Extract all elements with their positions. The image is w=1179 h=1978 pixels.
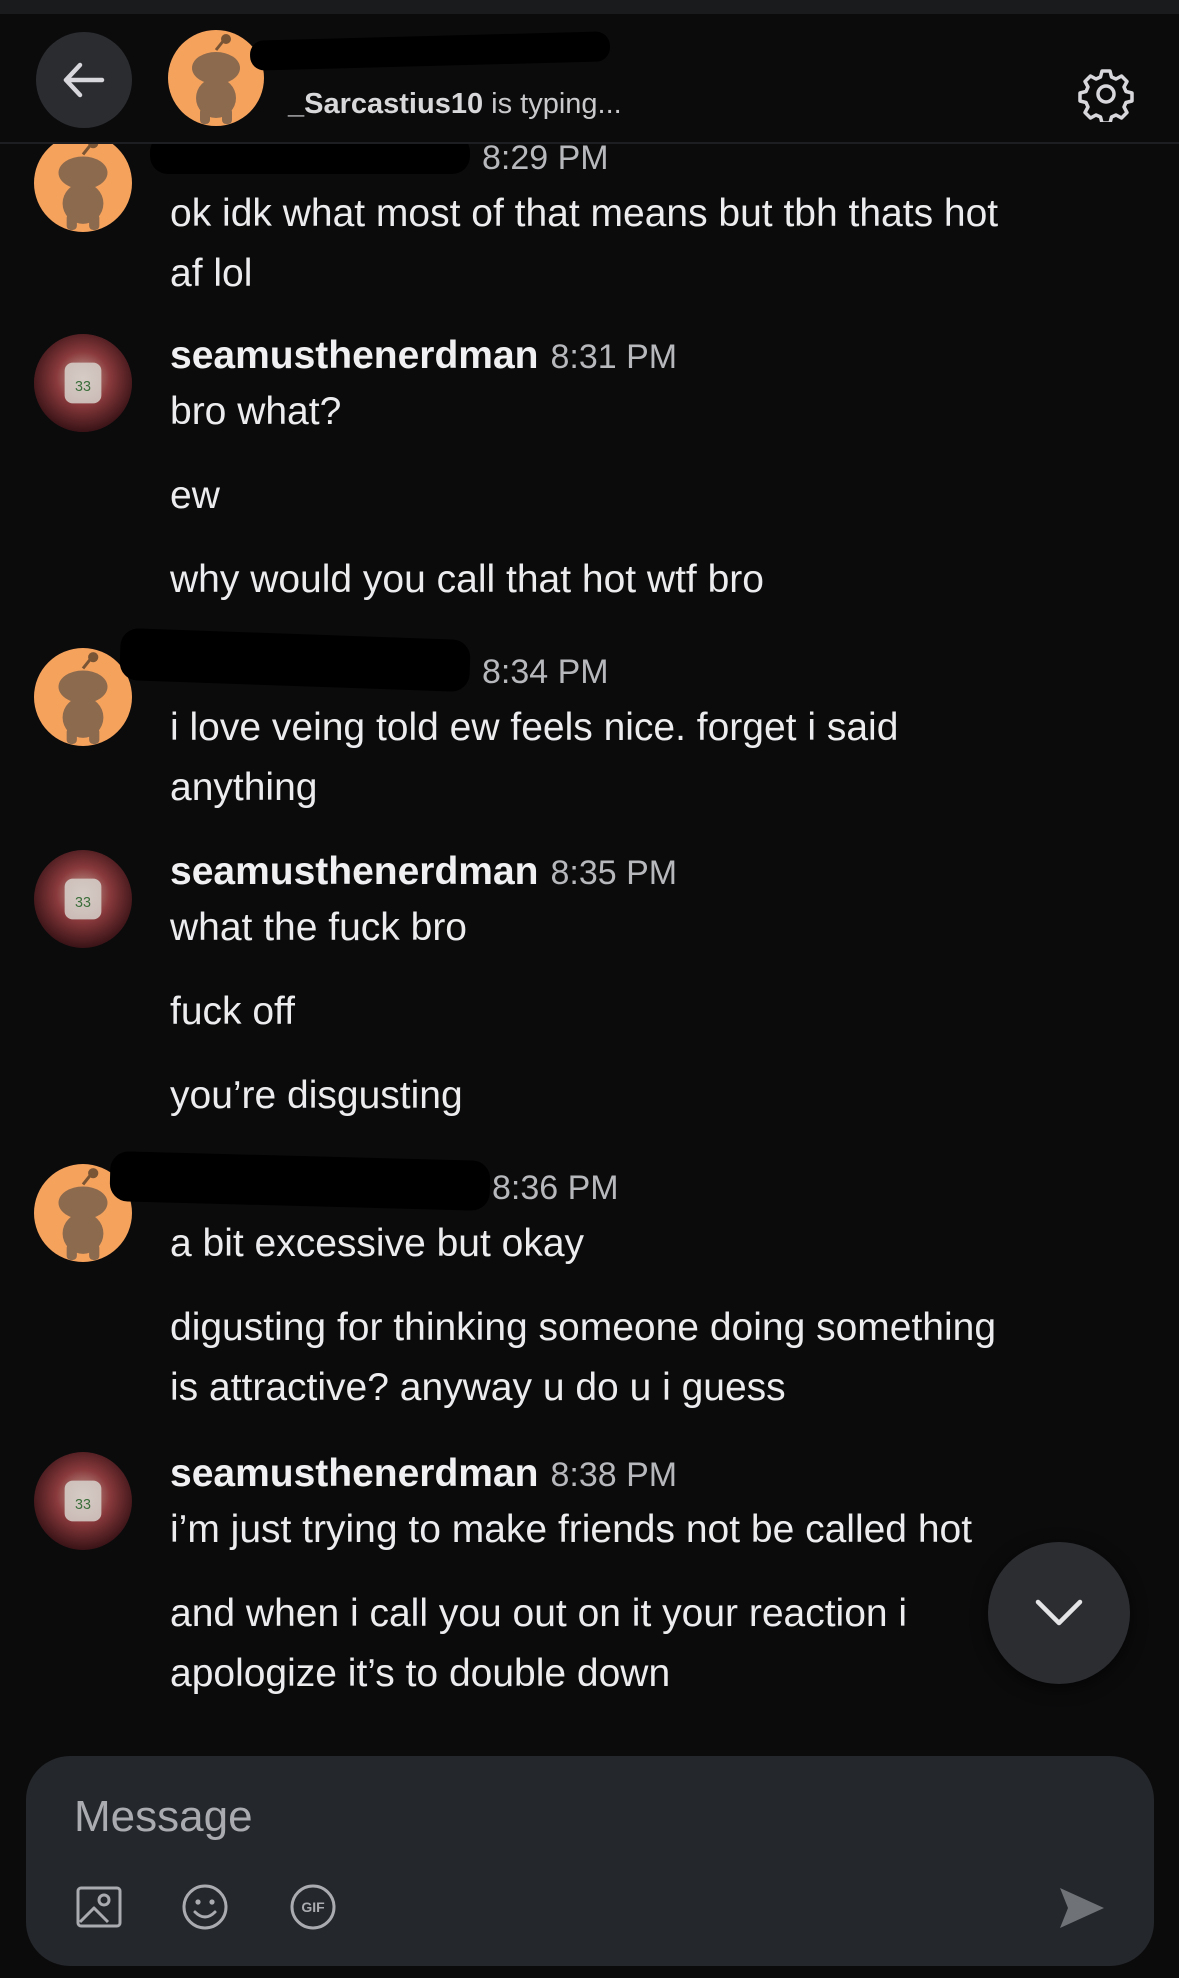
chat-header: _Sarcastius10 is typing... xyxy=(0,14,1179,144)
message-text: fuck off xyxy=(170,990,296,1033)
message-time: 8:38 PM xyxy=(550,1456,678,1494)
emoji-button[interactable] xyxy=(180,1882,230,1932)
message-input[interactable] xyxy=(72,1786,976,1848)
svg-text:33: 33 xyxy=(75,1497,91,1513)
message-feed[interactable]: 8:29 PM ok idk what most of that means b… xyxy=(0,144,1179,1744)
message-text: why would you call that hot wtf bro xyxy=(170,558,764,601)
message-text: ew xyxy=(170,474,220,517)
gif-label: GIF xyxy=(301,1899,325,1915)
message-text: you’re disgusting xyxy=(170,1074,463,1117)
send-icon xyxy=(1060,1888,1104,1928)
message-meta: seamusthenerdman 8:35 PM xyxy=(170,850,677,894)
message-text: is attractive? anyway u do u i guess xyxy=(170,1366,786,1409)
message-author: seamusthenerdman xyxy=(170,1452,539,1495)
avatar[interactable] xyxy=(34,144,132,232)
message-text: apologize it’s to double down xyxy=(170,1652,671,1695)
message-meta: 8:29 PM xyxy=(470,144,609,178)
avatar[interactable]: 33 xyxy=(34,1452,132,1550)
message-text: what the fuck bro xyxy=(170,906,467,949)
message-text: i love veing told ew feels nice. forget … xyxy=(170,706,899,749)
message-text: i’m just trying to make friends not be c… xyxy=(170,1508,973,1551)
status-bar xyxy=(0,0,1179,14)
message-meta: seamusthenerdman 8:38 PM xyxy=(170,1452,677,1496)
scroll-to-bottom-button[interactable] xyxy=(988,1542,1130,1684)
redacted-username xyxy=(109,1151,491,1211)
message-time: 8:34 PM xyxy=(482,653,609,691)
redacted-username xyxy=(119,627,471,693)
avatar[interactable]: 33 xyxy=(34,334,132,432)
typing-text: is typing... xyxy=(491,88,622,120)
message-text: bro what? xyxy=(170,390,342,433)
avatar[interactable] xyxy=(34,648,132,746)
message-text: af lol xyxy=(170,252,253,295)
message-composer: GIF xyxy=(26,1756,1154,1966)
gear-icon xyxy=(1078,69,1134,125)
redacted-username xyxy=(150,144,470,174)
message-meta: seamusthenerdman 8:31 PM xyxy=(170,334,677,378)
message-time: 8:29 PM xyxy=(482,144,609,177)
avatar[interactable]: 33 xyxy=(34,850,132,948)
attach-image-button[interactable] xyxy=(74,1882,124,1932)
chat-partner-avatar[interactable] xyxy=(168,30,264,126)
emoji-icon xyxy=(182,1884,228,1930)
message-time: 8:31 PM xyxy=(550,338,678,376)
settings-button[interactable] xyxy=(1078,66,1134,125)
send-button[interactable] xyxy=(1054,1880,1110,1936)
typing-indicator: _Sarcastius10 is typing... xyxy=(288,88,622,121)
message-text: and when i call you out on it your react… xyxy=(170,1592,908,1635)
typing-username: _Sarcastius10 xyxy=(288,88,484,120)
message-author: seamusthenerdman xyxy=(170,334,539,377)
message-author: seamusthenerdman xyxy=(170,850,539,893)
svg-text:33: 33 xyxy=(75,379,91,395)
image-icon xyxy=(76,1886,122,1928)
message-text: digusting for thinking someone doing som… xyxy=(170,1306,997,1349)
gif-icon: GIF xyxy=(290,1884,336,1930)
message-time: 8:36 PM xyxy=(492,1169,619,1207)
chevron-down-icon xyxy=(1035,1599,1083,1626)
redacted-username xyxy=(249,31,611,71)
message-time: 8:35 PM xyxy=(550,854,678,892)
message-text: ok idk what most of that means but tbh t… xyxy=(170,192,999,235)
message-meta: 8:34 PM xyxy=(470,650,609,692)
message-text: a bit excessive but okay xyxy=(170,1222,585,1265)
message-meta: 8:36 PM xyxy=(480,1166,619,1208)
message-text: anything xyxy=(170,766,318,809)
back-arrow-icon xyxy=(63,62,105,98)
back-button[interactable] xyxy=(36,32,132,128)
gif-button[interactable]: GIF xyxy=(288,1882,338,1932)
svg-text:33: 33 xyxy=(75,895,91,911)
